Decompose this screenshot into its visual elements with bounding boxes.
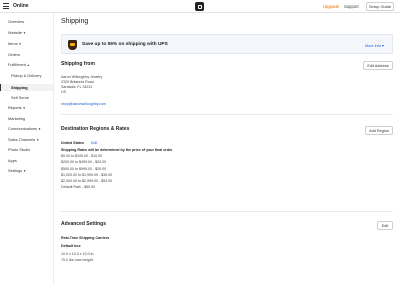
square-logo-icon[interactable] <box>195 2 204 11</box>
chevron-down-icon: ▼ <box>18 42 22 46</box>
ship-from-name: Aaron Willoughby Jewelry <box>61 75 103 79</box>
chevron-down-icon: ▼ <box>22 31 26 35</box>
default-box-label: Default box <box>61 244 81 248</box>
sidebar: Overview Website▼ Items▼ Orders Fulfillm… <box>0 13 54 285</box>
rate-row: $2,000.00 to $2,999.00 - $53.00 <box>61 179 113 183</box>
rates-heading: Shipping Rates will be determined by the… <box>61 148 173 152</box>
sidebar-item-settings[interactable]: Settings▼ <box>8 168 26 173</box>
region-country: United States <box>61 141 84 145</box>
edit-address-button[interactable]: Edit Address <box>363 61 393 70</box>
sidebar-item-communications[interactable]: Communications▼ <box>8 126 41 131</box>
edit-advanced-button[interactable]: Edit <box>377 221 393 230</box>
rate-row: $1,000.00 to $1,999.00 - $39.00 <box>61 173 113 177</box>
sidebar-item-marketing[interactable]: Marketing <box>8 116 25 121</box>
ups-logo-icon <box>68 40 77 50</box>
box-dimensions: 10.0 x 10.0 x 10.0 in. <box>61 252 95 256</box>
more-info-link[interactable]: More info ▾ <box>365 43 384 48</box>
promo-text: Save up to 55% on shipping with UPS <box>82 42 168 47</box>
page-title: Shipping <box>61 18 89 25</box>
ship-from-street: 2320 Britannia Road <box>61 80 94 84</box>
sidebar-item-pickup-delivery[interactable]: Pickup & Delivery <box>11 73 42 78</box>
edit-region-link[interactable]: Edit <box>91 141 97 145</box>
sidebar-item-sales-channels[interactable]: Sales Channels▼ <box>8 137 39 142</box>
rate-row: $0.00 to $199.00 - $10.00 <box>61 154 103 158</box>
rate-row: Default Rate - $60.00 <box>61 185 96 189</box>
sidebar-item-reports[interactable]: Reports▼ <box>8 105 26 110</box>
ship-from-email[interactable]: shop@aaronwilloughby.com <box>61 102 106 106</box>
sidebar-item-orders[interactable]: Orders <box>8 52 20 57</box>
shipping-from-title: Shipping from <box>61 61 95 67</box>
sidebar-item-shipping[interactable]: Shipping <box>11 85 28 90</box>
chevron-down-icon: ▼ <box>22 106 26 110</box>
chevron-down-icon: ▼ <box>23 169 27 173</box>
support-link[interactable]: Support <box>344 4 359 9</box>
chevron-down-icon: ▼ <box>36 138 40 142</box>
section-divider <box>61 114 393 115</box>
advanced-settings-title: Advanced Settings <box>61 221 107 227</box>
sidebar-item-apps[interactable]: Apps <box>8 158 17 163</box>
sidebar-item-fulfillment[interactable]: Fulfillment▲ <box>8 62 30 67</box>
add-region-button[interactable]: Add Region <box>365 126 393 135</box>
sidebar-item-website[interactable]: Website▼ <box>8 30 26 35</box>
upgrade-link[interactable]: Upgrade <box>323 4 339 9</box>
box-max-weight: 70.0 lbs max weight <box>61 258 93 262</box>
ship-from-country: US <box>61 90 66 94</box>
sidebar-item-items[interactable]: Items▼ <box>8 41 22 46</box>
main-content: Shipping Save up to 55% on shipping with… <box>55 13 400 285</box>
ups-promo-banner: Save up to 55% on shipping with UPS More… <box>61 34 393 54</box>
sidebar-item-self-serve[interactable]: Self Serve <box>11 95 29 100</box>
brand-name[interactable]: Online <box>13 3 29 9</box>
ship-from-city: Sarasota, FL 34231 <box>61 85 93 89</box>
regions-title: Destination Regions & Rates <box>61 126 130 132</box>
rate-row: $200.00 to $499.00 - $20.00 <box>61 160 107 164</box>
carriers-label: Real-Time Shipping Carriers <box>61 236 110 240</box>
chevron-down-icon: ▼ <box>37 127 41 131</box>
rate-row: $500.00 to $999.00 - $29.00 <box>61 167 107 171</box>
sidebar-item-photo-studio[interactable]: Photo Studio <box>8 147 30 152</box>
sidebar-item-overview[interactable]: Overview <box>8 19 24 24</box>
menu-icon[interactable] <box>3 3 9 9</box>
section-divider <box>61 211 393 212</box>
setup-guide-button[interactable]: Setup Guide <box>366 2 394 11</box>
chevron-up-icon: ▲ <box>26 63 30 67</box>
top-bar: Online Upgrade Support Setup Guide <box>0 0 400 13</box>
